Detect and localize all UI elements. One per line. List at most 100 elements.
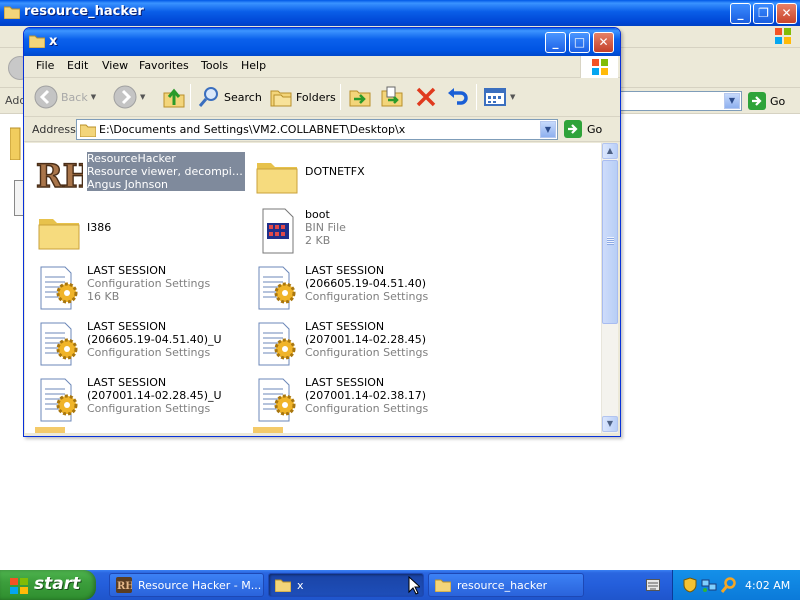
scroll-down-button[interactable]: ▼ (602, 416, 618, 432)
folder-icon (256, 163, 298, 194)
resource-hacker-icon: RH (35, 156, 83, 195)
item-size: 16 KB (87, 290, 120, 303)
close-button[interactable]: ✕ (776, 3, 797, 24)
go-button[interactable]: Go (564, 120, 602, 138)
list-item[interactable]: LAST SESSION Configuration Settings 16 K… (27, 259, 245, 311)
folder-icon[interactable] (9, 124, 24, 163)
item-author: Angus Johnson (87, 178, 169, 191)
item-type: Configuration Settings (305, 402, 429, 415)
grip-icon (607, 237, 614, 245)
search-icon[interactable] (720, 577, 736, 593)
menu-file[interactable]: File (36, 59, 54, 72)
item-description: Resource viewer, decompiler ... (87, 165, 245, 178)
security-shield-icon[interactable] (683, 577, 697, 593)
item-name: LAST SESSION (305, 320, 385, 333)
chevron-down-icon[interactable]: ▼ (510, 93, 515, 101)
menu-help[interactable]: Help (241, 59, 266, 72)
vertical-scrollbar[interactable]: ▲ ▼ (601, 143, 618, 433)
list-item[interactable]: boot BIN File 2 KB (245, 203, 463, 255)
taskbar: start RH Resource Hacker - M... x resour… (0, 570, 800, 600)
menu-view[interactable]: View (102, 59, 128, 72)
item-timestamp: (207001.14-02.38.17) (305, 389, 427, 402)
background-window-titlebar[interactable]: resource_hacker _ ❐ ✕ (0, 0, 800, 26)
item-name: LAST SESSION (305, 376, 385, 389)
item-size: 2 KB (305, 234, 331, 247)
config-settings-icon[interactable] (35, 427, 65, 433)
list-item[interactable]: LAST SESSION (207001.14-02.38.17) Config… (245, 371, 463, 423)
menu-edit[interactable]: Edit (67, 59, 88, 72)
config-settings-icon (258, 378, 296, 422)
minimize-button[interactable]: _ (730, 3, 751, 24)
go-button[interactable]: Go (748, 92, 785, 110)
address-input[interactable]: ▼ (610, 91, 742, 111)
up-folder-button[interactable] (162, 83, 186, 111)
item-name: boot (305, 208, 330, 221)
taskbar-item-resource-hacker[interactable]: RH Resource Hacker - M... (109, 573, 264, 597)
start-button[interactable]: start (0, 570, 96, 600)
item-type: Configuration Settings (87, 277, 211, 290)
file-list: RH ResourceHacker Resource viewer, decom… (25, 143, 601, 433)
list-item[interactable]: LAST SESSION (207001.14-02.28.45) Config… (245, 315, 463, 367)
item-timestamp: (206605.19-04.51.40) (305, 277, 427, 290)
scroll-up-button[interactable]: ▲ (602, 143, 618, 159)
folder-icon (275, 579, 291, 592)
views-button[interactable]: ▼ (483, 83, 515, 111)
undo-button[interactable] (445, 83, 469, 111)
folders-label: Folders (296, 90, 336, 104)
search-button[interactable]: Search (197, 83, 262, 111)
minimize-button[interactable]: _ (545, 32, 566, 53)
config-settings-icon (40, 266, 78, 310)
start-label: start (34, 574, 81, 594)
delete-button[interactable] (414, 83, 438, 111)
forward-button[interactable]: ▼ (113, 83, 145, 111)
back-button[interactable]: Back ▼ (34, 83, 96, 111)
list-item[interactable]: LAST SESSION (206605.19-04.51.40)_U Conf… (27, 315, 245, 367)
config-settings-icon (258, 266, 296, 310)
address-input[interactable]: E:\Documents and Settings\VM2.COLLABNET\… (76, 119, 558, 140)
go-arrow-icon (564, 120, 582, 138)
menubar: File Edit View Favorites Tools Help (24, 56, 620, 78)
taskbar-item-resource-hacker-folder[interactable]: resource_hacker (428, 573, 584, 597)
mouse-cursor-icon (408, 576, 420, 595)
clock: 4:02 AM (745, 579, 791, 592)
chevron-down-icon[interactable]: ▼ (91, 93, 96, 101)
svg-text:RH: RH (36, 157, 83, 195)
menu-tools[interactable]: Tools (201, 59, 228, 72)
address-path: E:\Documents and Settings\VM2.COLLABNET\… (99, 123, 406, 136)
item-type: Configuration Settings (305, 290, 429, 303)
keyboard-icon[interactable] (646, 579, 660, 591)
list-item[interactable]: RH ResourceHacker Resource viewer, decom… (27, 147, 245, 199)
folders-icon (270, 90, 292, 107)
move-to-button[interactable] (348, 83, 372, 111)
menu-favorites[interactable]: Favorites (139, 59, 189, 72)
taskbar-item-label: x (297, 578, 304, 592)
maximize-button[interactable]: □ (569, 32, 590, 53)
network-icon[interactable] (701, 577, 717, 593)
move-to-folder-icon (349, 90, 371, 107)
taskbar-item-x[interactable]: x (268, 573, 424, 597)
chevron-down-icon[interactable]: ▼ (540, 121, 556, 138)
resource-hacker-icon: RH (116, 577, 132, 593)
list-item[interactable]: DOTNETFX (245, 147, 463, 199)
list-item[interactable]: LAST SESSION (206605.19-04.51.40) Config… (245, 259, 463, 311)
folder-icon (79, 123, 97, 140)
chevron-down-icon[interactable]: ▼ (140, 93, 145, 101)
folder-icon (28, 34, 46, 51)
chevron-down-icon[interactable]: ▼ (724, 93, 740, 109)
copy-to-folder-icon (381, 86, 403, 107)
config-settings-icon[interactable] (253, 427, 283, 433)
explorer-window: x _ □ ✕ File Edit View Favorites Tools H… (23, 27, 621, 437)
close-button[interactable]: ✕ (593, 32, 614, 53)
restore-button[interactable]: ❐ (753, 3, 774, 24)
up-folder-icon (163, 88, 185, 108)
go-label: Go (587, 122, 603, 136)
item-name: LAST SESSION (87, 320, 167, 333)
folders-button[interactable]: Folders (269, 83, 336, 111)
scroll-thumb[interactable] (602, 160, 618, 324)
window-titlebar[interactable]: x _ □ ✕ (24, 28, 620, 56)
copy-to-button[interactable] (380, 83, 404, 111)
list-item[interactable]: I386 (27, 203, 245, 255)
item-name: LAST SESSION (87, 376, 167, 389)
list-item[interactable]: LAST SESSION (207001.14-02.28.45)_U Conf… (27, 371, 245, 423)
back-label: Back (61, 90, 88, 104)
